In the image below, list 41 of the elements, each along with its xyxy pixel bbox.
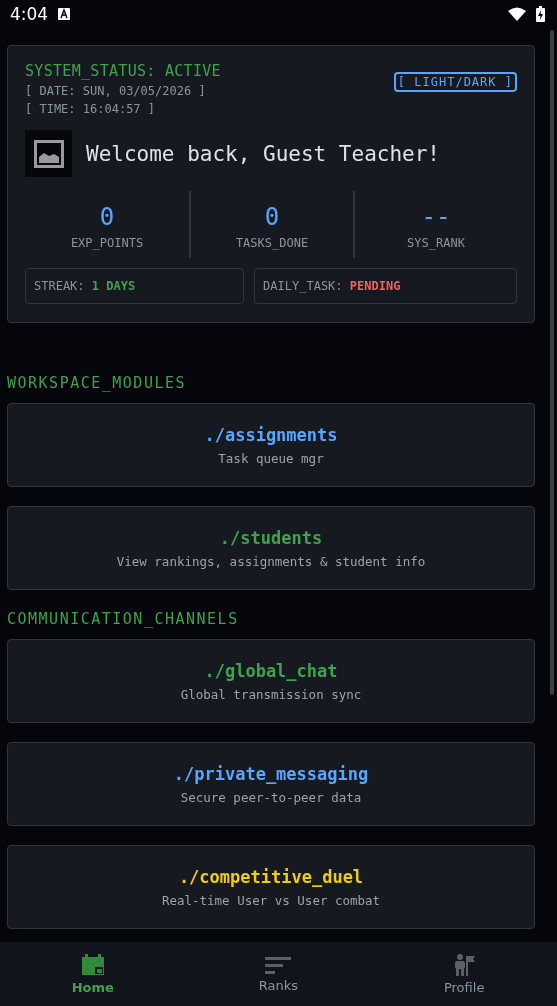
stat-value: -- xyxy=(421,203,451,231)
module-description: View rankings, assignments & student info xyxy=(116,553,426,569)
module-title: ./global_chat xyxy=(204,660,338,681)
nav-tab[interactable]: Ranks xyxy=(185,942,372,1006)
module-description: Secure peer-to-peer data xyxy=(180,789,362,805)
calendar-icon xyxy=(80,953,105,976)
section-heading: COMMUNICATION_CHANNELS xyxy=(7,610,240,628)
stat-value: 0 xyxy=(99,203,115,231)
stat-value: 0 xyxy=(264,203,280,231)
welcome-text: Welcome back, Guest Teacher! xyxy=(86,141,440,166)
nav-tab[interactable]: Home xyxy=(0,942,186,1006)
nav-tab[interactable]: Profile xyxy=(371,942,557,1006)
stat-label: EXP_POINTS xyxy=(70,236,144,250)
system-status: SYSTEM_STATUS: ACTIVE xyxy=(25,62,221,80)
module-description: Real-time User vs User combat xyxy=(161,892,381,908)
stat-label: TASKS_DONE xyxy=(235,236,309,250)
image-placeholder-icon xyxy=(25,130,72,177)
module-title: ./private_messaging xyxy=(173,763,369,784)
module-title: ./competitive_duel xyxy=(178,866,364,887)
date-text: [ DATE: SUN, 03/05/2026 ] xyxy=(25,84,207,98)
status-chip: DAILY_TASK: PENDING xyxy=(254,268,517,304)
sort-icon xyxy=(265,955,292,974)
module-title: ./assignments xyxy=(204,424,338,445)
module-card[interactable]: ./private_messaging Secure peer-to-peer data xyxy=(7,742,535,826)
clock: 4:04 xyxy=(10,4,49,24)
module-card[interactable]: ./global_chat Global transmission sync xyxy=(7,639,535,723)
section-heading: WORKSPACE_MODULES xyxy=(7,374,188,392)
module-card[interactable]: ./competitive_duel Real-time User vs User combat xyxy=(7,845,535,929)
module-description: Global transmission sync xyxy=(180,686,362,702)
theme-toggle-button[interactable]: [ LIGHT/DARK ] xyxy=(393,72,517,92)
module-title: ./students xyxy=(219,527,323,548)
module-description: Task queue mgr xyxy=(218,450,324,466)
time-text: [ TIME: 16:04:57 ] xyxy=(25,102,157,116)
battery-icon xyxy=(536,6,545,22)
notification-icon xyxy=(58,8,71,20)
stat-label: SYS_RANK xyxy=(407,236,465,250)
status-chip: STREAK: 1 DAYS xyxy=(25,268,245,304)
person-flag-icon xyxy=(453,953,476,976)
module-card[interactable]: ./students View rankings, assignments & student info xyxy=(7,506,535,590)
module-card[interactable]: ./assignments Task queue mgr xyxy=(7,403,535,487)
wifi-icon xyxy=(508,7,526,21)
